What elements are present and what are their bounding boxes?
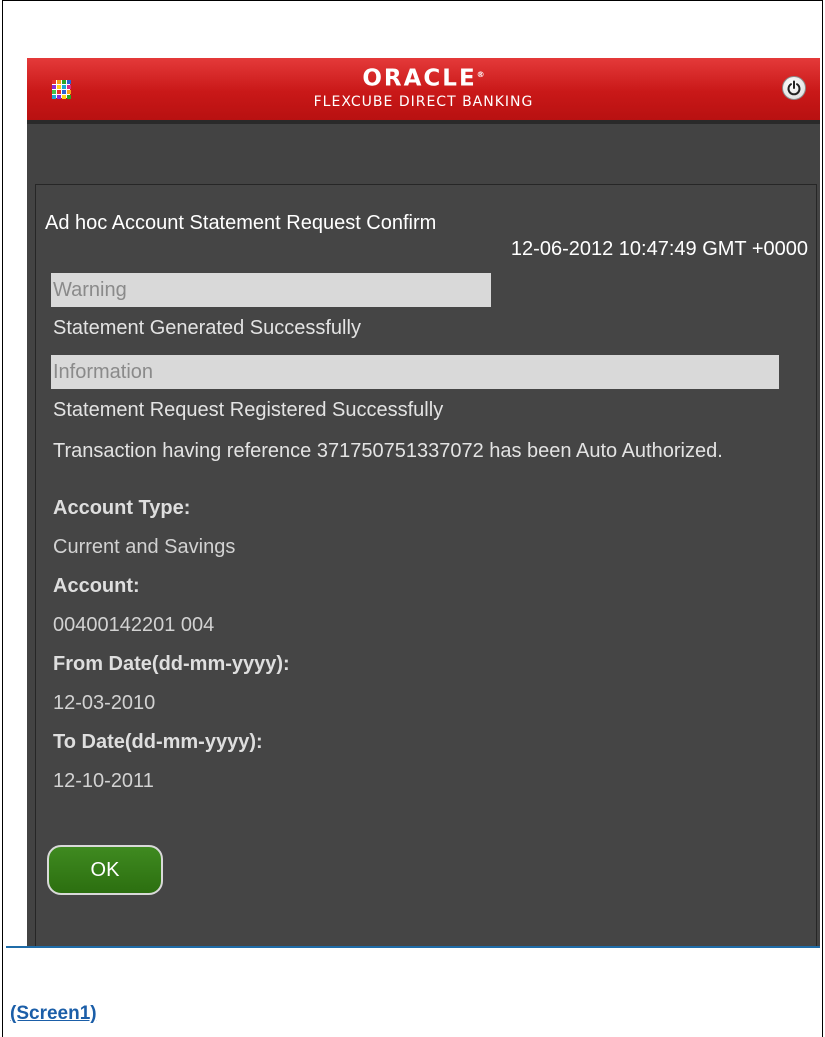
brand-logo: ORACLE® FLEXCUBE DIRECT BANKING: [27, 61, 820, 111]
confirmation-panel: Ad hoc Account Statement Request Confirm…: [35, 184, 817, 946]
to-date-value: 12-10-2011: [53, 770, 154, 792]
warning-header: Warning: [51, 273, 491, 307]
power-icon: [787, 80, 801, 96]
from-date-label: From Date(dd-mm-yyyy):: [53, 653, 290, 675]
warning-message: Statement Generated Successfully: [53, 317, 361, 339]
brand-name: ORACLE: [362, 65, 477, 92]
ok-button[interactable]: OK: [47, 845, 163, 895]
brand-registered-mark: ®: [476, 70, 485, 79]
from-date-value: 12-03-2010: [53, 692, 156, 714]
reference-message: Transaction having reference 37175075133…: [53, 440, 723, 462]
information-header: Information: [51, 355, 779, 389]
section-divider: [6, 946, 820, 948]
account-type-label: Account Type:: [53, 497, 191, 519]
to-date-label: To Date(dd-mm-yyyy):: [53, 731, 263, 753]
app-header: ORACLE® FLEXCUBE DIRECT BANKING: [27, 58, 820, 120]
header-shadow: [27, 120, 820, 124]
timestamp: 12-06-2012 10:47:49 GMT +0000: [510, 238, 808, 260]
mobile-screen: ORACLE® FLEXCUBE DIRECT BANKING Ad hoc A…: [27, 58, 820, 946]
information-message: Statement Request Registered Successfull…: [53, 399, 444, 421]
page-title: Ad hoc Account Statement Request Confirm: [45, 212, 437, 234]
account-label: Account:: [53, 575, 140, 597]
screen-caption-link[interactable]: (Screen1): [10, 1003, 97, 1025]
account-type-value: Current and Savings: [53, 536, 236, 558]
brand-subtitle: FLEXCUBE DIRECT BANKING: [313, 93, 534, 110]
logout-button[interactable]: [782, 76, 806, 100]
account-value: 00400142201 004: [53, 614, 215, 636]
